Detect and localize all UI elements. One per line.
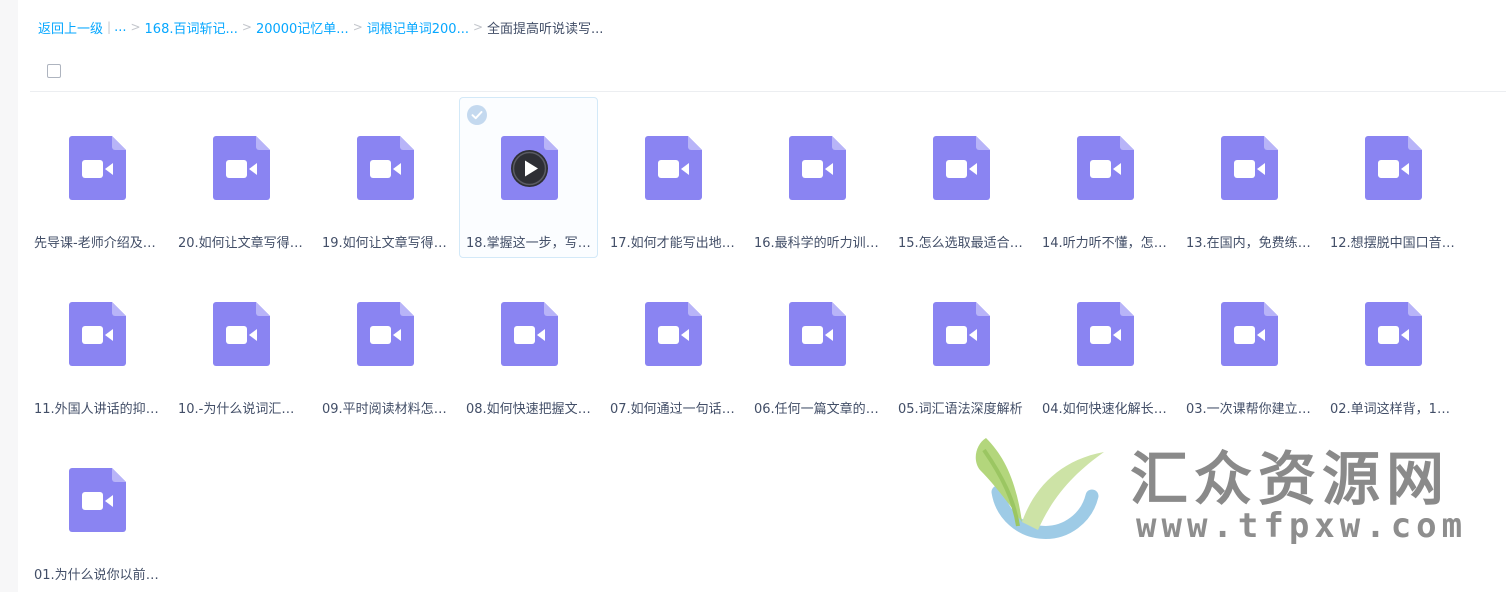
file-name-label: 16.最科学的听力训练方法 (754, 236, 882, 251)
video-file-icon (645, 302, 702, 366)
video-file-icon (357, 302, 414, 366)
file-tile[interactable]: 12.想摆脱中国口音，怎么做 (1323, 97, 1462, 258)
file-tile[interactable]: 08.如何快速把握文章大意 (459, 263, 598, 424)
file-tile[interactable]: 04.如何快速化解长难句 (1035, 263, 1174, 424)
file-tile[interactable]: 13.在国内，免费练口语的方法 (1179, 97, 1318, 258)
file-browser-panel: 返回上一级 | ... > 168.百词斩记... > 20000记忆单... … (18, 0, 1506, 592)
video-file-icon (1365, 136, 1422, 200)
file-name-label: 10.-为什么说词汇是基础 (178, 402, 306, 417)
file-tile[interactable]: 01.为什么说你以前学的都是错的 (27, 429, 166, 590)
play-icon[interactable] (511, 150, 548, 187)
video-file-icon (1077, 302, 1134, 366)
breadcrumb: 返回上一级 | ... > 168.百词斩记... > 20000记忆单... … (38, 17, 603, 37)
video-file-icon (645, 136, 702, 200)
file-tile[interactable]: 16.最科学的听力训练方法 (747, 97, 886, 258)
file-tile[interactable]: 05.词汇语法深度解析 (891, 263, 1030, 424)
file-name-label: 01.为什么说你以前学的都是错的 (34, 568, 162, 583)
breadcrumb-item[interactable]: 20000记忆单... (256, 18, 349, 37)
file-tile[interactable]: 18.掌握这一步，写作不再难 (459, 97, 598, 258)
video-file-icon (1365, 302, 1422, 366)
video-file-icon (933, 136, 990, 200)
file-name-label: 03.一次课帮你建立语法体系 (1186, 402, 1314, 417)
breadcrumb-current: 全面提高听说读写... (487, 21, 604, 37)
file-tile[interactable]: 03.一次课帮你建立语法体系 (1179, 263, 1318, 424)
breadcrumb-arrow: > (352, 20, 363, 34)
file-name-label: 20.如何让文章写得更高级 (178, 236, 306, 251)
file-name-label: 06.任何一篇文章的结构 (754, 402, 882, 417)
file-name-label: 05.词汇语法深度解析 (898, 402, 1023, 417)
video-file-icon (69, 468, 126, 532)
check-circle-icon[interactable] (467, 105, 487, 125)
video-file-icon (789, 136, 846, 200)
file-tile[interactable]: 11.外国人讲话的抑扬顿挫 (27, 263, 166, 424)
file-name-label: 07.如何通过一句话读懂段落 (610, 402, 738, 417)
breadcrumb-arrow: > (130, 20, 141, 34)
file-tile[interactable]: 09.平时阅读材料怎么选 (315, 263, 454, 424)
file-name-label: 09.平时阅读材料怎么选 (322, 402, 450, 417)
video-file-icon (1221, 136, 1278, 200)
file-tile[interactable]: 20.如何让文章写得更高级 (171, 97, 310, 258)
file-name-label: 12.想摆脱中国口音，怎么做 (1330, 236, 1458, 251)
file-tile[interactable]: 先导课-老师介绍及课程介绍 (27, 97, 166, 258)
file-name-label: 17.如何才能写出地道的句子 (610, 236, 738, 251)
file-name-label: 13.在国内，免费练口语的方法 (1186, 236, 1314, 251)
file-name-label: 11.外国人讲话的抑扬顿挫 (34, 402, 162, 417)
breadcrumb-arrow: > (472, 20, 484, 34)
file-name-label: 14.听力听不懂，怎么办 (1042, 236, 1170, 251)
video-file-icon (69, 136, 126, 200)
file-tile[interactable]: 19.如何让文章写得更有逻辑 (315, 97, 454, 258)
video-file-icon (69, 302, 126, 366)
breadcrumb-divider: | (107, 20, 112, 34)
file-tile[interactable]: 14.听力听不懂，怎么办 (1035, 97, 1174, 258)
watermark-logo-icon (975, 438, 1104, 539)
file-name-label: 02.单词这样背，1天记住100个 (1330, 402, 1458, 417)
breadcrumb-arrow: > (241, 20, 252, 34)
file-name-label: 先导课-老师介绍及课程介绍 (34, 236, 162, 251)
file-name-label: 18.掌握这一步，写作不再难 (466, 236, 594, 251)
breadcrumb-item[interactable]: 168.百词斩记... (145, 18, 238, 37)
video-file-icon (1221, 302, 1278, 366)
file-name-label: 04.如何快速化解长难句 (1042, 402, 1170, 417)
back-link[interactable]: 返回上一级 (38, 18, 103, 37)
watermark-url: www.tfpxw.com (1136, 506, 1468, 546)
video-file-icon (213, 136, 270, 200)
video-file-icon (789, 302, 846, 366)
header-divider (30, 91, 1506, 92)
file-tile[interactable]: 07.如何通过一句话读懂段落 (603, 263, 742, 424)
file-tile[interactable]: 17.如何才能写出地道的句子 (603, 97, 742, 258)
file-tile[interactable]: 02.单词这样背，1天记住100个 (1323, 263, 1462, 424)
file-name-label: 19.如何让文章写得更有逻辑 (322, 236, 450, 251)
video-file-icon (357, 136, 414, 200)
file-name-label: 15.怎么选取最适合自己的材料 (898, 236, 1026, 251)
video-file-icon (213, 302, 270, 366)
watermark-title: 汇众资源网 (1130, 445, 1451, 513)
file-name-label: 08.如何快速把握文章大意 (466, 402, 594, 417)
file-tile[interactable]: 10.-为什么说词汇是基础 (171, 263, 310, 424)
video-file-icon (1077, 136, 1134, 200)
file-tile[interactable]: 15.怎么选取最适合自己的材料 (891, 97, 1030, 258)
video-file-icon (501, 302, 558, 366)
breadcrumb-item[interactable]: 词根记单词200... (367, 18, 469, 37)
watermark: 汇众资源网 www.tfpxw.com (958, 430, 1498, 560)
select-all-checkbox[interactable] (47, 64, 61, 78)
file-tile[interactable]: 06.任何一篇文章的结构 (747, 263, 886, 424)
breadcrumb-ellipsis[interactable]: ... (114, 20, 126, 35)
video-file-icon (501, 136, 558, 200)
video-file-icon (933, 302, 990, 366)
